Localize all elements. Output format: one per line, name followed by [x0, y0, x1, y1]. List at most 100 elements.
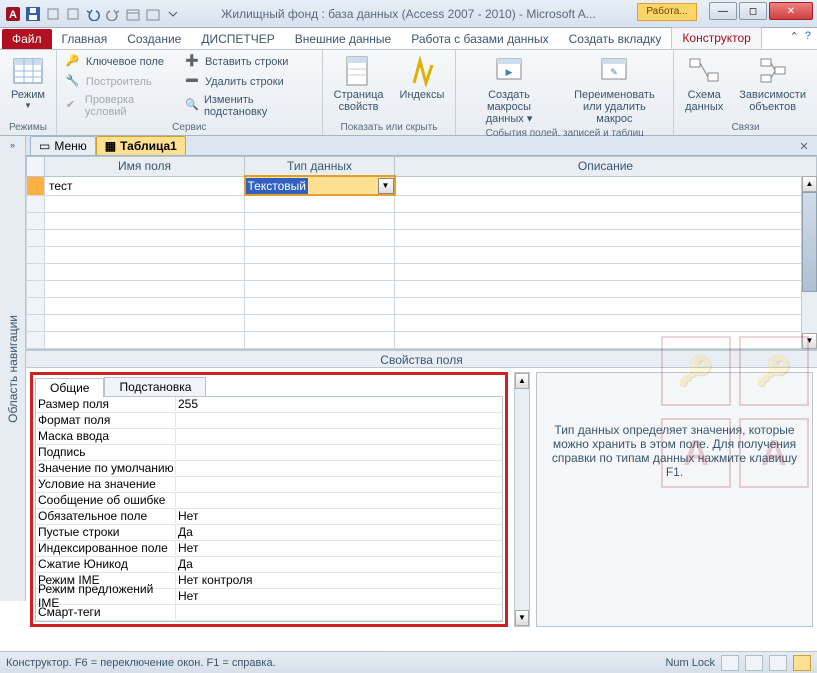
row-selector[interactable] — [27, 263, 45, 280]
row-selector[interactable] — [27, 229, 45, 246]
row-selector[interactable] — [27, 297, 45, 314]
file-tab[interactable]: Файл — [2, 29, 52, 49]
property-row[interactable]: Индексированное полеНет — [36, 541, 502, 557]
tab-home[interactable]: Главная — [52, 29, 118, 49]
expand-nav-icon[interactable]: » — [10, 140, 15, 150]
grid-scrollbar[interactable]: ▲ ▼ — [801, 176, 817, 349]
minimize-button[interactable]: — — [709, 2, 737, 20]
property-row[interactable]: Формат поля — [36, 413, 502, 429]
close-button[interactable]: ✕ — [769, 2, 813, 20]
builder-button: 🔧Построитель — [63, 72, 176, 92]
tab-new[interactable]: Создать вкладку — [559, 29, 672, 49]
property-row[interactable]: Режим предложений IMEНет — [36, 589, 502, 605]
tab-general[interactable]: Общие — [35, 378, 104, 397]
rename-delete-macro-button[interactable]: ✎ Переименовать или удалить макрос — [562, 52, 667, 128]
row-selector[interactable] — [27, 212, 45, 229]
property-value[interactable]: Нет — [176, 541, 502, 555]
scroll-down-icon[interactable]: ▼ — [802, 333, 817, 349]
tab-create[interactable]: Создание — [117, 29, 191, 49]
save-icon[interactable] — [24, 5, 42, 23]
scroll-down-icon[interactable]: ▼ — [515, 610, 529, 626]
help-icon[interactable]: ? — [805, 30, 811, 43]
nav-pane-collapsed[interactable]: » Область навигации — [0, 136, 26, 601]
property-key: Сжатие Юникод — [36, 557, 176, 571]
property-key: Маска ввода — [36, 429, 176, 443]
property-value[interactable]: Нет — [176, 509, 502, 523]
tab-table1[interactable]: ▦Таблица1 — [96, 136, 186, 155]
property-row[interactable]: Размер поля255 — [36, 397, 502, 413]
qa-item-icon[interactable] — [144, 5, 162, 23]
data-type-cell[interactable]: Текстовый ▼ — [245, 176, 395, 195]
field-properties: Общие Подстановка Размер поля255Формат п… — [26, 368, 817, 631]
property-row[interactable]: Сжатие ЮникодДа — [36, 557, 502, 573]
row-selector[interactable] — [27, 195, 45, 212]
tab-external-data[interactable]: Внешние данные — [285, 29, 402, 49]
maximize-button[interactable]: ◻ — [739, 2, 767, 20]
property-value[interactable]: Да — [176, 557, 502, 571]
dropdown-icon[interactable]: ▼ — [378, 178, 394, 194]
property-row[interactable]: Обязательное полеНет — [36, 509, 502, 525]
property-row[interactable]: Подпись — [36, 445, 502, 461]
property-value[interactable]: Нет — [176, 589, 502, 603]
property-row[interactable]: Условие на значение — [36, 477, 502, 493]
tab-design[interactable]: Конструктор — [671, 27, 761, 49]
status-bar: Конструктор. F6 = переключение окон. F1 … — [0, 651, 817, 673]
test-rules-button: ✔Проверка условий — [63, 92, 176, 120]
insert-rows-button[interactable]: ➕Вставить строки — [182, 52, 316, 72]
tab-menu-form[interactable]: ▭Меню — [30, 136, 96, 155]
description-cell[interactable] — [395, 176, 817, 195]
property-value[interactable]: Да — [176, 525, 502, 539]
datasheet-icon — [12, 55, 44, 87]
property-sheet-label: Страница свойств — [334, 89, 384, 113]
property-row[interactable]: Маска ввода — [36, 429, 502, 445]
tab-database-tools[interactable]: Работа с базами данных — [401, 29, 558, 49]
row-selector[interactable] — [27, 280, 45, 297]
property-row[interactable]: Пустые строкиДа — [36, 525, 502, 541]
props-scrollbar[interactable]: ▲ ▼ — [514, 372, 530, 627]
col-field-name[interactable]: Имя поля — [45, 157, 245, 177]
property-value[interactable]: Нет контроля — [176, 573, 502, 587]
scroll-thumb[interactable] — [802, 192, 817, 292]
tab-dispatcher[interactable]: ДИСПЕТЧЕР — [191, 29, 284, 49]
property-row[interactable]: Смарт-теги — [36, 605, 502, 621]
indexes-icon — [406, 55, 438, 87]
property-row[interactable]: Значение по умолчанию — [36, 461, 502, 477]
indexes-button[interactable]: Индексы — [395, 52, 450, 122]
property-value[interactable]: 255 — [176, 397, 502, 411]
property-sheet-button[interactable]: Страница свойств — [329, 52, 389, 122]
qa-item-icon[interactable] — [124, 5, 142, 23]
row-selector[interactable] — [27, 246, 45, 263]
select-all[interactable] — [27, 157, 45, 177]
ribbon: Режим ▼ Режимы 🔑Ключевое поле 🔧Построите… — [0, 50, 817, 136]
view-chart-icon[interactable] — [769, 655, 787, 671]
qa-customize-icon[interactable] — [164, 5, 182, 23]
create-data-macros-button[interactable]: ▶ Создать макросы данных ▾ — [462, 52, 555, 128]
delete-rows-button[interactable]: ➖Удалить строки — [182, 72, 316, 92]
view-pivot-icon[interactable] — [745, 655, 763, 671]
undo-icon[interactable] — [84, 5, 102, 23]
scroll-up-icon[interactable]: ▲ — [515, 373, 529, 389]
row-selector[interactable] — [27, 331, 45, 348]
scroll-up-icon[interactable]: ▲ — [802, 176, 817, 192]
modify-lookup-button[interactable]: 🔍Изменить подстановку — [182, 92, 316, 120]
redo-icon[interactable] — [104, 5, 122, 23]
col-description[interactable]: Описание — [395, 157, 817, 177]
access-app-icon[interactable]: A — [4, 5, 22, 23]
col-data-type[interactable]: Тип данных — [245, 157, 395, 177]
property-row[interactable]: Сообщение об ошибке — [36, 493, 502, 509]
qa-item-icon[interactable] — [64, 5, 82, 23]
minimize-ribbon-icon[interactable]: ⌃ — [790, 30, 799, 43]
property-key: Значение по умолчанию — [36, 461, 176, 475]
field-name-cell[interactable]: тест — [45, 176, 245, 195]
object-deps-button[interactable]: Зависимости объектов — [734, 52, 811, 122]
tab-lookup[interactable]: Подстановка — [104, 377, 206, 396]
view-datasheet-icon[interactable] — [721, 655, 739, 671]
relationships-button[interactable]: Схема данных — [680, 52, 728, 122]
view-design-icon[interactable] — [793, 655, 811, 671]
primary-key-button[interactable]: 🔑Ключевое поле — [63, 52, 176, 72]
row-selector[interactable] — [27, 176, 45, 195]
view-button[interactable]: Режим ▼ — [6, 52, 50, 122]
qa-item-icon[interactable] — [44, 5, 62, 23]
row-selector[interactable] — [27, 314, 45, 331]
close-tab-icon[interactable]: ✕ — [797, 140, 811, 154]
